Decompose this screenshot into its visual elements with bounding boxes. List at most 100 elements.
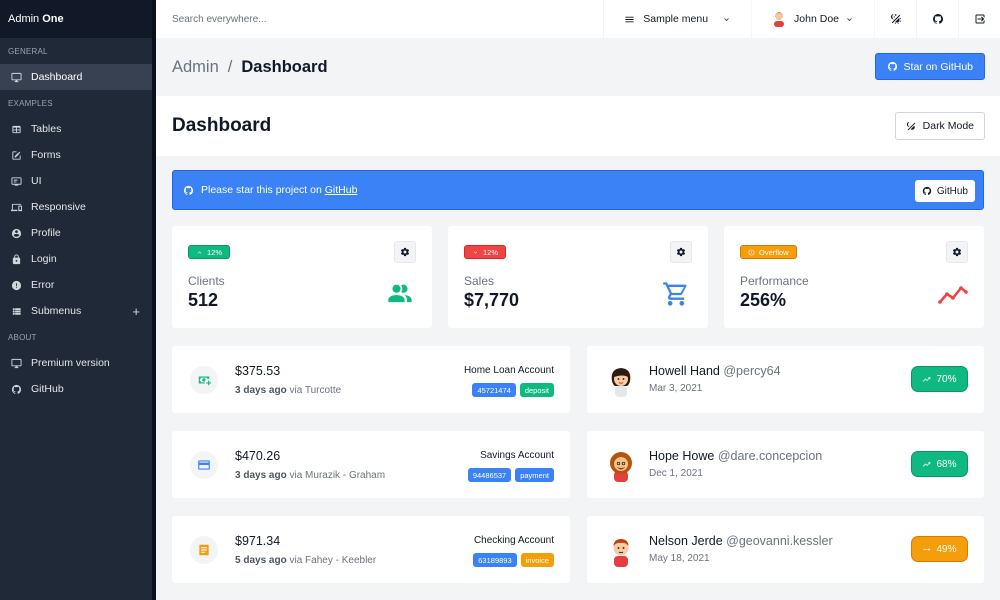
sidebar: Admin One GENERAL Dashboard EXAMPLES Tabl…	[0, 0, 152, 600]
client-progress-pill: 68%	[911, 451, 968, 477]
notification-github-link[interactable]: GitHub	[325, 184, 358, 196]
transaction-account: Home Loan Account	[463, 365, 554, 376]
sidebar-item-submenus[interactable]: Submenus +	[0, 298, 152, 324]
responsive-icon	[10, 201, 22, 213]
transaction-meta: 3 days ago via Turcotte	[235, 385, 341, 396]
gear-icon	[400, 247, 410, 257]
client-handle: @dare.concepcion	[717, 449, 823, 463]
sidebar-item-label: Profile	[31, 227, 61, 239]
sidebar-item-premium[interactable]: Premium version	[0, 350, 152, 376]
client-progress-pill: 49%	[911, 536, 968, 562]
sidebar-item-dashboard[interactable]: Dashboard	[0, 64, 152, 90]
widget-settings-button[interactable]	[946, 241, 968, 263]
github-link-button[interactable]	[916, 0, 958, 38]
transaction-meta: 5 days ago via Fahey - Keebler	[235, 555, 376, 566]
sidebar-item-login[interactable]: Login	[0, 246, 152, 272]
transaction-tags: 45721474 deposit	[472, 383, 554, 397]
edit-icon	[10, 149, 22, 161]
brand-logo[interactable]: Admin One	[0, 0, 152, 38]
sidebar-item-ui[interactable]: UI	[0, 168, 152, 194]
widget-settings-button[interactable]	[394, 241, 416, 263]
notification-text: Please star this project on GitHub	[201, 184, 357, 196]
breadcrumb-parent[interactable]: Admin	[172, 58, 219, 76]
trend-badge: 12%	[464, 245, 507, 259]
trending-neutral-icon	[922, 545, 931, 554]
sidebar-item-forms[interactable]: Forms	[0, 142, 152, 168]
monitor-icon	[10, 71, 22, 83]
github-icon	[183, 185, 194, 196]
notification-github-button[interactable]: GitHub	[914, 180, 975, 202]
brand-text-b: One	[42, 13, 64, 25]
trend-value: 12%	[207, 247, 223, 257]
github-icon	[887, 61, 898, 72]
client-date: May 18, 2021	[649, 553, 710, 564]
trend-value: 12%	[483, 247, 499, 257]
account-multiple-icon	[386, 280, 414, 308]
sidebar-item-profile[interactable]: Profile	[0, 220, 152, 246]
transaction-amount: $971.34	[235, 534, 281, 548]
plus-icon[interactable]: +	[132, 304, 140, 319]
transaction-via: via Turcotte	[289, 385, 342, 396]
menu-section-general: GENERAL	[8, 46, 48, 56]
account-number-tag: 94486537	[467, 468, 512, 482]
sidebar-item-label: Login	[31, 253, 57, 265]
widget-settings-button[interactable]	[670, 241, 692, 263]
trend-badge: Overflow	[740, 245, 797, 259]
search-input[interactable]: Search everywhere...	[156, 14, 603, 25]
avatar	[603, 446, 639, 482]
widget-clients: 12% Clients 512	[172, 226, 432, 328]
chart-line-icon	[938, 280, 968, 308]
chevron-down-icon	[845, 15, 854, 24]
notification-github-button-label: GitHub	[936, 185, 968, 197]
sidebar-item-responsive[interactable]: Responsive	[0, 194, 152, 220]
dark-mode-button[interactable]: Dark Mode	[894, 112, 985, 140]
table-icon	[10, 123, 22, 135]
alert-circle-outline-icon	[748, 249, 755, 256]
theme-light-dark-icon	[890, 13, 902, 25]
sample-menu-dropdown[interactable]: Sample menu	[603, 0, 751, 38]
account-circle-icon	[10, 227, 22, 239]
client-card[interactable]: Howell Hand @percy64 Mar 3, 2021 70%	[587, 346, 984, 413]
client-card[interactable]: Hope Howe @dare.concepcion Dec 1, 2021 6…	[587, 431, 984, 498]
hero-bar: Dashboard Dark Mode	[156, 96, 1000, 156]
user-menu-dropdown[interactable]: John Doe	[751, 0, 874, 38]
sidebar-item-label: Responsive	[31, 201, 86, 213]
trending-up-icon	[922, 375, 931, 384]
sidebar-item-github[interactable]: GitHub	[0, 376, 152, 402]
menu-section-examples: EXAMPLES	[8, 98, 53, 108]
widget-label: Clients	[188, 274, 225, 288]
transaction-type-tag: payment	[515, 468, 554, 482]
sidebar-item-label: Submenus	[31, 305, 82, 317]
sidebar-item-label: Premium version	[31, 357, 110, 369]
notification-message: Please star this project on	[201, 184, 322, 196]
top-navbar: Search everywhere... Sample menu John Do…	[156, 0, 1000, 38]
sample-menu-label: Sample menu	[643, 13, 709, 25]
widget-sales: 12% Sales $7,770	[448, 226, 708, 328]
arrow-down-icon	[472, 249, 479, 256]
gear-icon	[952, 247, 962, 257]
transaction-card[interactable]: $375.53 3 days ago via Turcotte Home Loa…	[172, 346, 570, 413]
sidebar-item-error[interactable]: Error	[0, 272, 152, 298]
theme-toggle-button[interactable]	[874, 0, 916, 38]
star-on-github-button[interactable]: Star on GitHub	[874, 53, 985, 80]
sidebar-item-label: GitHub	[31, 383, 64, 395]
github-icon	[10, 383, 22, 395]
client-progress-pill: 70%	[911, 366, 968, 392]
avatar	[603, 361, 639, 397]
transaction-type-tag: deposit	[519, 383, 554, 397]
transaction-via: via Fahey - Keebler	[289, 555, 377, 566]
sidebar-item-tables[interactable]: Tables	[0, 116, 152, 142]
client-name: Howell Hand @percy64	[649, 364, 781, 378]
breadcrumb: Admin / Dashboard	[172, 58, 328, 77]
logout-button[interactable]	[958, 0, 1000, 38]
client-card[interactable]: Nelson Jerde @geovanni.kessler May 18, 2…	[587, 516, 984, 583]
transaction-account: Checking Account	[473, 535, 554, 546]
trend-value: Overflow	[759, 247, 789, 257]
client-handle: @geovanni.kessler	[726, 534, 833, 548]
client-progress-value: 70%	[936, 373, 957, 385]
alert-circle-icon	[10, 279, 22, 291]
transaction-card[interactable]: $971.34 5 days ago via Fahey - Keebler C…	[172, 516, 570, 583]
transaction-card[interactable]: $470.26 3 days ago via Murazik - Graham …	[172, 431, 570, 498]
widget-value: 512	[188, 290, 219, 310]
theme-light-dark-icon	[906, 121, 917, 132]
